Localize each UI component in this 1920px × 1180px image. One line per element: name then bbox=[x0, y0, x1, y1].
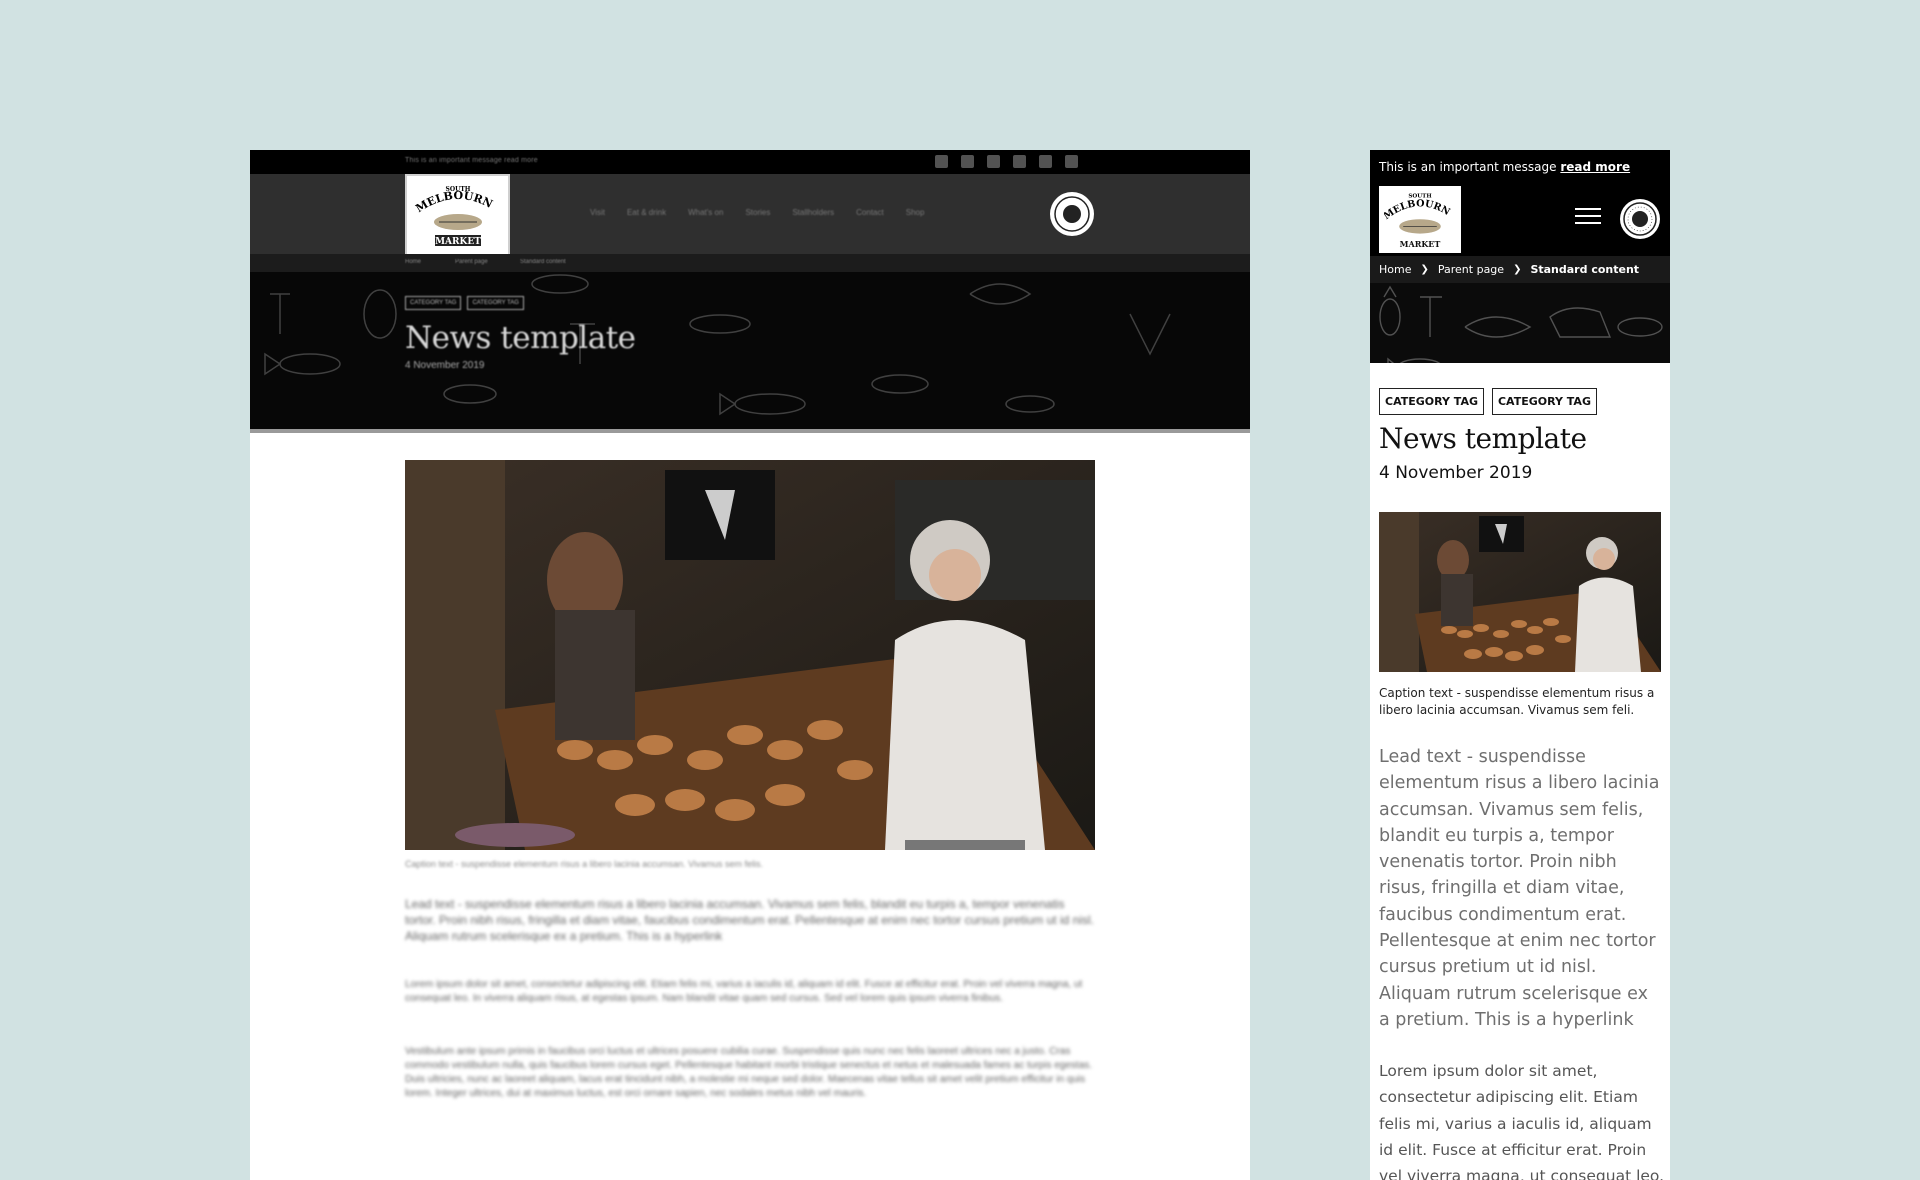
mobile-hero bbox=[1370, 283, 1670, 363]
nav-item[interactable]: Visit bbox=[590, 208, 605, 217]
nav-item[interactable]: Eat & drink bbox=[627, 208, 666, 217]
desktop-logo[interactable]: SOUTH MELBOURNE MARKET bbox=[405, 174, 510, 256]
category-tag[interactable]: CATEGORY TAG bbox=[1379, 388, 1484, 415]
twitter-icon[interactable] bbox=[987, 155, 1000, 168]
breadcrumb-item[interactable]: Parent page bbox=[1438, 263, 1504, 276]
youtube-icon[interactable] bbox=[1013, 155, 1026, 168]
desktop-main-nav: Visit Eat & drink What's on Stories Stal… bbox=[590, 208, 924, 217]
mobile-date: 4 November 2019 bbox=[1379, 463, 1533, 483]
nav-item[interactable]: Stallholders bbox=[792, 208, 834, 217]
category-tag[interactable]: CATEGORY TAG bbox=[405, 296, 462, 310]
email-icon[interactable] bbox=[1065, 155, 1078, 168]
category-tag[interactable]: CATEGORY TAG bbox=[1491, 388, 1597, 415]
mobile-market-photo bbox=[1379, 512, 1661, 672]
desktop-date: 4 November 2019 bbox=[405, 360, 485, 371]
mobile-navbar: SOUTH MELBOURNE MARKET bbox=[1370, 186, 1670, 256]
chevron-right-icon: ❯ bbox=[1420, 264, 1429, 275]
desktop-hero: Home Parent page Standard content CATEGO… bbox=[250, 254, 1250, 433]
nav-item[interactable]: Shop bbox=[906, 208, 925, 217]
instagram-icon[interactable] bbox=[961, 155, 974, 168]
desktop-caption: Caption text - suspendisse elementum ris… bbox=[405, 859, 763, 869]
svg-text:MARKET: MARKET bbox=[1400, 239, 1441, 249]
breadcrumb-item: Standard content bbox=[520, 259, 566, 265]
desktop-lead-text: Lead text - suspendisse elementum risus … bbox=[405, 897, 1094, 943]
desktop-body-text: Lorem ipsum dolor sit amet, consectetur … bbox=[405, 979, 1083, 1004]
market-logo-icon: SOUTH MELBOURNE MARKET bbox=[1384, 188, 1452, 249]
desktop-breadcrumb: Home Parent page Standard content bbox=[250, 254, 1250, 272]
desktop-page-title: News template bbox=[405, 320, 636, 356]
mobile-breadcrumb: Home ❯ Parent page ❯ Standard content bbox=[1370, 256, 1670, 283]
mobile-page-title: News template bbox=[1379, 422, 1587, 455]
mobile-message-text: This is an important message bbox=[1379, 160, 1557, 174]
nav-item[interactable]: Stories bbox=[745, 208, 770, 217]
breadcrumb-item[interactable]: Home bbox=[405, 259, 421, 265]
chevron-right-icon: ❯ bbox=[1513, 264, 1522, 275]
breadcrumb-item[interactable]: Home bbox=[1379, 263, 1411, 276]
breadcrumb-item[interactable]: Parent page bbox=[455, 259, 488, 265]
mobile-mockup: This is an important message read more S… bbox=[1370, 150, 1670, 1180]
svg-text:MARKET: MARKET bbox=[435, 237, 481, 247]
food-pattern-icon bbox=[1379, 285, 1663, 363]
facebook-icon[interactable] bbox=[935, 155, 948, 168]
desktop-mockup: This is an important message read more S… bbox=[250, 150, 1250, 1180]
market-logo-icon: SOUTH MELBOURNE MARKET bbox=[413, 180, 495, 247]
desktop-seal-icon[interactable] bbox=[1050, 192, 1094, 236]
breadcrumb-current: Standard content bbox=[1530, 263, 1640, 276]
hamburger-menu-icon[interactable] bbox=[1575, 208, 1601, 228]
food-pattern-icon bbox=[264, 274, 1171, 416]
desktop-social-links bbox=[935, 155, 1078, 168]
mobile-logo[interactable]: SOUTH MELBOURNE MARKET bbox=[1379, 186, 1461, 253]
mobile-seal-icon[interactable] bbox=[1620, 199, 1660, 239]
desktop-body-text: Vestibulum ante ipsum primis in faucibus… bbox=[405, 1046, 1093, 1099]
desktop-market-photo bbox=[405, 460, 1095, 850]
mobile-lead-text: Lead text - suspendisse elementum risus … bbox=[1379, 747, 1660, 1030]
desktop-message-text[interactable]: This is an important message read more bbox=[405, 157, 538, 164]
mobile-message-bar: This is an important message read more bbox=[1370, 150, 1670, 186]
nav-item[interactable]: Contact bbox=[856, 208, 884, 217]
category-tag[interactable]: CATEGORY TAG bbox=[467, 296, 524, 310]
mobile-caption: Caption text - suspendisse elementum ris… bbox=[1379, 686, 1655, 717]
nav-item[interactable]: What's on bbox=[688, 208, 723, 217]
linkedin-icon[interactable] bbox=[1039, 155, 1052, 168]
desktop-navbar: SOUTH MELBOURNE MARKET Visit Eat & drink… bbox=[250, 174, 1250, 256]
desktop-tags: CATEGORY TAG CATEGORY TAG bbox=[405, 296, 524, 310]
desktop-message-bar: This is an important message read more bbox=[250, 150, 1250, 174]
mobile-tags: CATEGORY TAG CATEGORY TAG bbox=[1379, 388, 1597, 415]
read-more-link[interactable]: read more bbox=[1560, 160, 1630, 174]
mobile-body-text: Lorem ipsum dolor sit amet, consectetur … bbox=[1379, 1062, 1665, 1180]
